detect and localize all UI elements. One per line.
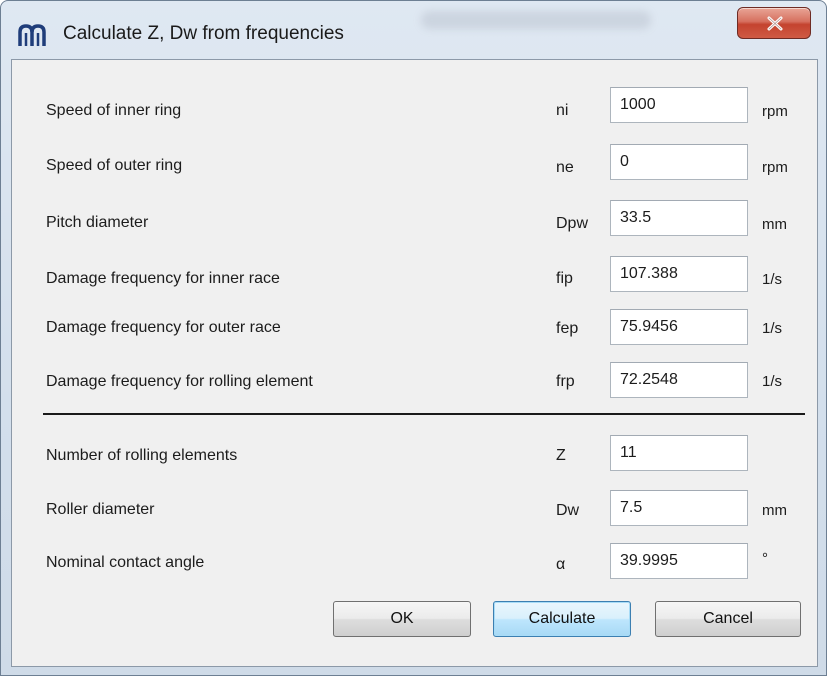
- symbol-dpw: Dpw: [556, 215, 589, 232]
- unit-per-second: 1/s: [762, 271, 783, 288]
- damage-freq-inner-race-input[interactable]: [610, 256, 748, 292]
- calculate-button[interactable]: Calculate: [493, 601, 631, 637]
- label-damage-freq-outer-race: Damage frequency for outer race: [46, 319, 281, 336]
- label-number-rolling-elements: Number of rolling elements: [46, 447, 238, 464]
- speed-inner-ring-input[interactable]: [610, 87, 748, 123]
- mesys-logo-icon: [18, 24, 46, 46]
- unit-rpm: rpm: [762, 103, 788, 120]
- damage-freq-outer-race-input[interactable]: [610, 309, 748, 345]
- symbol-fep: fep: [556, 320, 579, 337]
- close-button[interactable]: [737, 7, 811, 39]
- symbol-fip: fip: [556, 270, 573, 287]
- symbol-frp: frp: [556, 373, 575, 390]
- dialog-window: Calculate Z, Dw from frequencies Speed o…: [0, 0, 827, 676]
- unit-mm: mm: [762, 216, 787, 233]
- pitch-diameter-input[interactable]: [610, 200, 748, 236]
- label-pitch-diameter: Pitch diameter: [46, 214, 149, 231]
- symbol-dw: Dw: [556, 502, 580, 519]
- symbol-alpha: α: [556, 556, 566, 573]
- cancel-button[interactable]: Cancel: [655, 601, 801, 637]
- symbol-ni: ni: [556, 102, 569, 119]
- label-roller-diameter: Roller diameter: [46, 501, 155, 518]
- label-damage-freq-rolling-element: Damage frequency for rolling element: [46, 373, 313, 390]
- number-rolling-elements-input[interactable]: [610, 435, 748, 471]
- unit-mm: mm: [762, 502, 787, 519]
- title-bar[interactable]: Calculate Z, Dw from frequencies: [1, 1, 827, 59]
- ok-button[interactable]: OK: [333, 601, 471, 637]
- speed-outer-ring-input[interactable]: [610, 144, 748, 180]
- window-title: Calculate Z, Dw from frequencies: [63, 23, 344, 44]
- close-icon: [767, 16, 783, 31]
- label-nominal-contact-angle: Nominal contact angle: [46, 554, 205, 571]
- unit-degree: °: [762, 550, 768, 567]
- nominal-contact-angle-input[interactable]: [610, 543, 748, 579]
- roller-diameter-input[interactable]: [610, 490, 748, 526]
- unit-rpm: rpm: [762, 159, 788, 176]
- unit-per-second: 1/s: [762, 373, 783, 390]
- background-window-title: [421, 11, 651, 29]
- symbol-z: Z: [556, 447, 566, 464]
- unit-per-second: 1/s: [762, 320, 783, 337]
- section-separator: [43, 413, 805, 415]
- damage-freq-rolling-element-input[interactable]: [610, 362, 748, 398]
- label-damage-freq-inner-race: Damage frequency for inner race: [46, 270, 280, 287]
- label-speed-outer-ring: Speed of outer ring: [46, 157, 183, 174]
- dialog-content: Speed of inner ring ni rpm Speed of oute…: [11, 59, 818, 667]
- symbol-ne: ne: [556, 159, 574, 176]
- label-speed-inner-ring: Speed of inner ring: [46, 102, 182, 119]
